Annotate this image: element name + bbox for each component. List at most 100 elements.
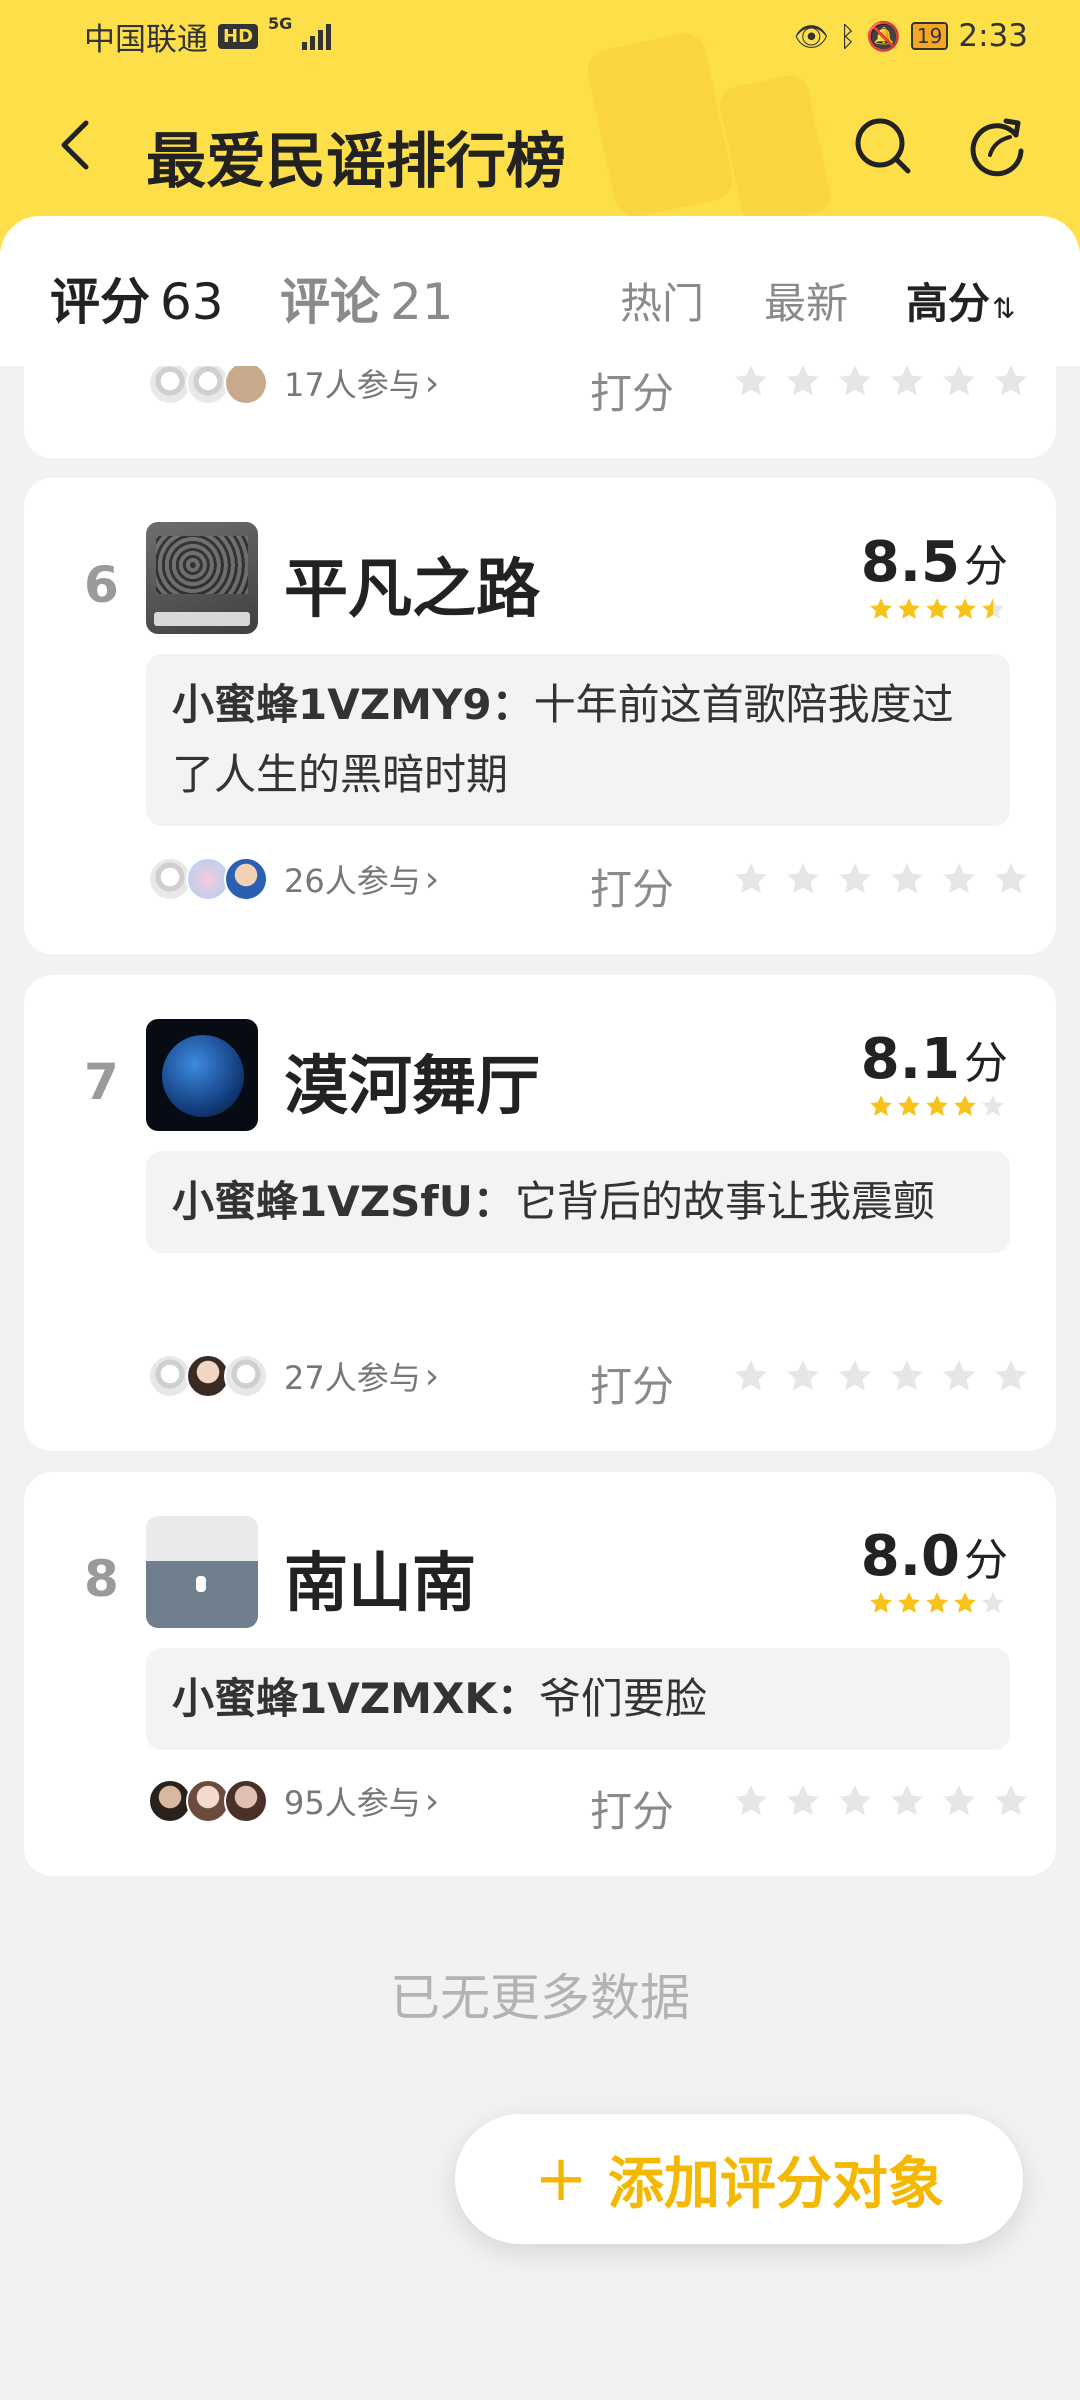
rate-star-icon[interactable] (732, 860, 770, 898)
top-comment[interactable]: 小蜜蜂1VZMY9：十年前这首歌陪我度过了人生的黑暗时期 (146, 654, 1010, 826)
ranking-card[interactable]: 6 平凡之路 8.5分 小蜜蜂1VZMY9：十年前这首歌陪我度过了人生的黑暗时期… (24, 478, 1056, 954)
score-star-icon (954, 598, 976, 619)
tab-score[interactable]: 评分 63 (50, 262, 224, 334)
score-unit: 分 (964, 541, 1008, 592)
score-star-icon (870, 1592, 892, 1613)
rate-star-icon[interactable] (836, 1782, 874, 1820)
participants-count: 95人参与 (284, 1784, 421, 1822)
comment-text: 爷们要脸 (538, 1674, 707, 1723)
rate-star-icon[interactable] (836, 362, 874, 400)
album-cover (146, 1019, 258, 1131)
participants-count: 26人参与 (284, 862, 421, 900)
sort-new[interactable]: 最新 (764, 270, 848, 331)
top-comment[interactable]: 小蜜蜂1VZMXK：爷们要脸 (146, 1648, 1010, 1750)
add-button-label: 添加评分对象 (607, 2151, 944, 2217)
avatar-group (148, 1779, 268, 1823)
rate-star-icon[interactable] (888, 362, 926, 400)
share-refresh-icon[interactable] (966, 115, 1028, 177)
score-star-icon (954, 1095, 976, 1116)
tab-comment[interactable]: 评论 21 (280, 262, 454, 334)
song-title[interactable]: 南山南 (284, 1532, 476, 1624)
rank-number: 6 (84, 556, 119, 614)
rate-star-icon[interactable] (940, 860, 978, 898)
comment-username: 小蜜蜂1VZMY9： (172, 680, 534, 729)
rate-star-icon[interactable] (992, 362, 1030, 400)
score-unit: 分 (964, 1038, 1008, 1089)
rate-star-icon[interactable] (784, 1357, 822, 1395)
rate-stars[interactable] (732, 1782, 1030, 1820)
chevron-right-icon: › (424, 1780, 440, 1822)
rate-star-icon[interactable] (992, 860, 1030, 898)
ranking-card[interactable]: 8 南山南 8.0分 小蜜蜂1VZMXK：爷们要脸 95人参与 › 打分 (24, 1472, 1056, 1876)
song-title[interactable]: 漠河舞厅 (284, 1035, 540, 1127)
participants-link[interactable]: 27人参与 › (148, 1353, 439, 1399)
rate-star-icon[interactable] (992, 1357, 1030, 1395)
add-rating-object-button[interactable]: + 添加评分对象 (455, 2114, 1023, 2244)
comment-username: 小蜜蜂1VZSfU： (172, 1177, 515, 1226)
rate-stars[interactable] (732, 1357, 1030, 1395)
sort-high[interactable]: 高分⇅ (906, 270, 1015, 331)
nav-bar: 最爱民谣排行榜 (0, 85, 1080, 205)
comment-username: 小蜜蜂1VZMXK： (172, 1674, 539, 1723)
rate-star-icon[interactable] (888, 1782, 926, 1820)
battery-indicator: 19 (910, 22, 949, 50)
rate-star-icon[interactable] (836, 860, 874, 898)
tab-score-count: 63 (160, 273, 224, 331)
song-title[interactable]: 平凡之路 (284, 538, 540, 630)
rate-stars[interactable] (732, 362, 1030, 400)
score-star-icon (926, 598, 948, 619)
rate-stars[interactable] (732, 860, 1030, 898)
rate-star-icon[interactable] (732, 362, 770, 400)
score-star-icon (870, 598, 892, 619)
tab-comment-label: 评论 (280, 273, 380, 331)
score-star-icon (898, 1592, 920, 1613)
rate-star-icon[interactable] (940, 362, 978, 400)
clock-time: 2:33 (958, 18, 1028, 54)
score-star-icon (898, 598, 920, 619)
rate-star-icon[interactable] (888, 1357, 926, 1395)
score-value: 8.0分 (861, 1524, 1008, 1589)
rate-star-icon[interactable] (732, 1782, 770, 1820)
score-stars (868, 1093, 1006, 1119)
top-comment[interactable]: 小蜜蜂1VZSfU：它背后的故事让我震颤 (146, 1151, 1010, 1253)
rate-star-icon[interactable] (836, 1357, 874, 1395)
chevron-right-icon: › (424, 362, 440, 404)
sort-order-icon: ⇅ (992, 292, 1016, 325)
tab-comment-count: 21 (390, 273, 454, 331)
participants-link[interactable]: 95人参与 › (148, 1778, 439, 1824)
rate-star-icon[interactable] (940, 1782, 978, 1820)
hd-badge: HD (218, 23, 259, 49)
score-star-icon (982, 598, 1004, 619)
rate-star-icon[interactable] (940, 1357, 978, 1395)
search-icon[interactable] (852, 115, 914, 177)
score-number: 8.5 (860, 530, 960, 595)
score-number: 8.0 (860, 1524, 960, 1589)
sort-hot[interactable]: 热门 (620, 270, 704, 331)
tab-bar: 评分 63 评论 21 热门 最新 高分⇅ (0, 216, 1080, 366)
back-arrow-icon[interactable] (48, 115, 108, 175)
sort-high-label: 高分 (906, 279, 991, 328)
participants-link[interactable]: 17人参与 › (148, 360, 439, 406)
score-star-icon (898, 1095, 920, 1116)
status-bar: 中国联通 HD 5G 👁 ᛒ 🔕 19 2:33 (0, 0, 1080, 72)
score-number: 8.1 (860, 1027, 960, 1092)
network-type: 5G (268, 13, 293, 33)
rate-star-icon[interactable] (784, 860, 822, 898)
score-stars (868, 596, 1006, 622)
rate-label: 打分 (590, 1362, 675, 1411)
score-value: 8.1分 (861, 1027, 1008, 1092)
participants-count: 17人参与 (284, 366, 421, 404)
rate-star-icon[interactable] (784, 1782, 822, 1820)
page-title: 最爱民谣排行榜 (146, 127, 566, 197)
rate-star-icon[interactable] (732, 1357, 770, 1395)
rate-star-icon[interactable] (784, 362, 822, 400)
mute-bell-icon: 🔕 (866, 19, 901, 53)
no-more-data-text: 已无更多数据 (390, 1969, 690, 2027)
comment-text: 它背后的故事让我震颤 (514, 1177, 935, 1226)
rate-star-icon[interactable] (992, 1782, 1030, 1820)
participants-link[interactable]: 26人参与 › (148, 856, 439, 902)
rate-star-icon[interactable] (888, 860, 926, 898)
avatar-group (148, 1354, 268, 1398)
ranking-card[interactable]: 7 漠河舞厅 8.1分 小蜜蜂1VZSfU：它背后的故事让我震颤 27人参与 ›… (24, 975, 1056, 1451)
score-value: 8.5分 (861, 530, 1008, 595)
